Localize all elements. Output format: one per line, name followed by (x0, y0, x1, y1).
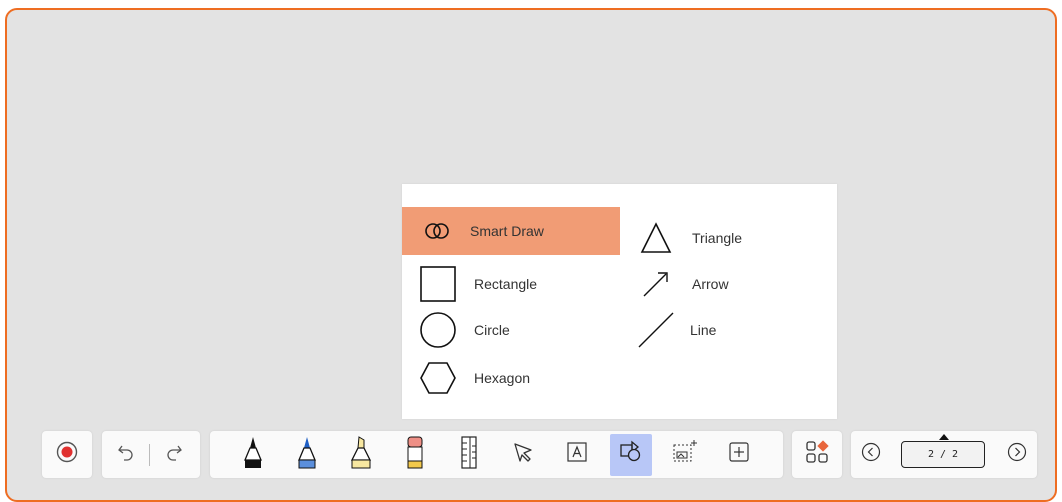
highlighter-button[interactable] (334, 431, 388, 478)
caret-up-icon (938, 434, 949, 440)
hexagon-icon (418, 358, 458, 398)
prev-page-button[interactable] (851, 431, 891, 478)
arrow-icon (636, 264, 676, 304)
eraser-icon (404, 434, 426, 475)
record-icon (56, 441, 78, 468)
eraser-button[interactable] (388, 431, 442, 478)
page-indicator[interactable]: 2 / 2 (900, 434, 986, 468)
menu-item-label: Smart Draw (470, 223, 544, 239)
record-group (42, 431, 92, 478)
apps-group (792, 431, 842, 478)
triangle-icon (636, 218, 676, 258)
smart-draw-icon (418, 211, 458, 251)
history-group (102, 431, 200, 478)
chevron-right-icon (1007, 442, 1027, 467)
menu-item-label: Arrow (692, 276, 729, 292)
menu-item-line[interactable]: Line (636, 306, 826, 354)
menu-item-smart-draw[interactable]: Smart Draw (402, 207, 620, 255)
add-button[interactable] (712, 431, 766, 478)
line-icon (636, 310, 676, 350)
menu-item-label: Line (690, 322, 717, 338)
menu-item-label: Rectangle (474, 276, 538, 292)
select-icon (511, 440, 535, 469)
shapes-button[interactable] (610, 433, 652, 476)
circle-icon (418, 310, 458, 350)
apps-button[interactable] (792, 431, 842, 478)
shapes-icon (618, 440, 644, 469)
menu-item-circle[interactable]: Circle (418, 306, 618, 354)
image-insert-icon (671, 438, 699, 471)
add-icon (728, 441, 750, 468)
highlighter-icon (348, 434, 374, 475)
chevron-left-icon (861, 442, 881, 467)
blue-pen-icon (295, 434, 319, 475)
undo-button[interactable] (102, 431, 149, 478)
select-button[interactable] (496, 431, 550, 478)
text-button[interactable] (550, 431, 604, 478)
ruler-button[interactable] (442, 431, 496, 478)
rectangle-icon (418, 264, 458, 304)
shape-menu: Smart Draw Triangle Rectangle Arrow Circ… (402, 184, 837, 419)
menu-item-triangle[interactable]: Triangle (636, 214, 826, 262)
menu-item-label: Hexagon (474, 370, 531, 386)
image-insert-button[interactable] (658, 431, 712, 478)
redo-button[interactable] (150, 431, 197, 478)
text-icon (565, 440, 589, 469)
menu-item-arrow[interactable]: Arrow (636, 260, 826, 308)
black-pen-button[interactable] (226, 431, 280, 478)
record-button[interactable] (42, 431, 92, 478)
redo-icon (163, 441, 185, 468)
black-pen-icon (241, 434, 265, 475)
tools-group (210, 431, 783, 478)
menu-item-label: Triangle (692, 230, 743, 246)
menu-item-label: Circle (474, 322, 510, 338)
pager-group: 2 / 2 (851, 431, 1037, 478)
apps-icon (804, 439, 830, 470)
blue-pen-button[interactable] (280, 431, 334, 478)
menu-item-rectangle[interactable]: Rectangle (418, 260, 618, 308)
ruler-icon (458, 434, 480, 475)
next-page-button[interactable] (997, 431, 1037, 478)
page-number: 2 / 2 (927, 449, 959, 460)
undo-icon (115, 441, 137, 468)
menu-item-hexagon[interactable]: Hexagon (418, 354, 618, 402)
